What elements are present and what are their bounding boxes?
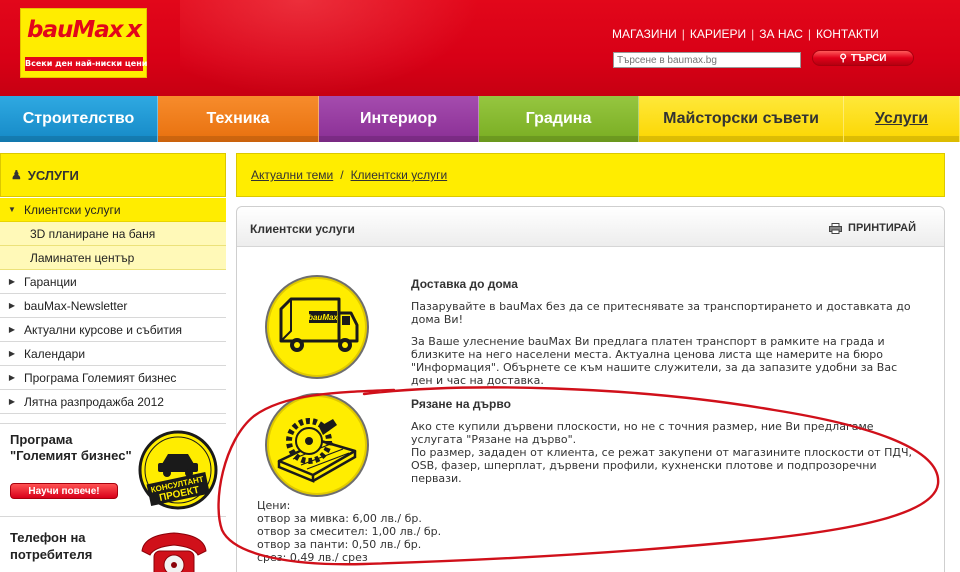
price-line: отвор за панти: 0,50 лв./ бр. [257, 538, 422, 551]
saw-icon [265, 393, 369, 497]
text-line: OSB, фазер, шперплат, дървени профили, к… [411, 459, 877, 472]
arrow-right-icon: ▶ [8, 349, 16, 358]
arrow-right-icon: ▶ [8, 301, 16, 310]
phone-icon[interactable] [134, 523, 214, 572]
print-button[interactable]: ПРИНТИРАЙ [829, 222, 916, 234]
promo-phone-title: Телефон на потребителя [10, 530, 93, 562]
sidebar-item-label: Ламинатен център [30, 250, 135, 265]
sidebar-item-label: Актуални курсове и събития [24, 322, 183, 337]
price-line: срез: 0,49 лв./ срез [257, 551, 368, 564]
delivery-title: Доставка до дома [411, 277, 518, 291]
arrow-right-icon: ▶ [8, 277, 16, 286]
text-line: близките на него населени места. Актуалн… [411, 348, 883, 361]
breadcrumb-separator: / [340, 168, 344, 182]
sidebar-item-label: Гаранции [24, 274, 77, 289]
text-line: Ако сте купили дървени плоскости, но не … [411, 420, 874, 433]
promo-big-business: Програма "Големият бизнес" Научи повече!… [0, 423, 226, 512]
category-services[interactable]: Услуги [844, 96, 960, 142]
sidebar-title: УСЛУГИ [27, 167, 79, 183]
price-line: отвор за мивка: 6,00 лв./ бр. [257, 512, 422, 525]
sidebar-item-label: Лятна разпродажба 2012 [24, 394, 164, 409]
category-technics[interactable]: Техника [158, 96, 319, 142]
sidebar-menu: ▼ Клиентски услуги 3D планиране на баня … [0, 198, 226, 414]
person-icon: ♟ [11, 168, 22, 182]
sidebar-item-label: bauMax-Newsletter [24, 298, 128, 313]
search-button-label: ТЪРСИ [850, 52, 887, 64]
sidebar-item-warranties[interactable]: ▶ Гаранции [0, 270, 226, 294]
promo-consumer-phone: Телефон на потребителя [0, 516, 226, 572]
topnav-about[interactable]: ЗА НАС [759, 27, 803, 41]
page-title: Клиентски услуги [250, 222, 355, 236]
sidebar-item-label: Календари [24, 346, 86, 361]
search-button[interactable]: ⚲ ТЪРСИ [812, 50, 914, 66]
price-list: Цени: отвор за мивка: 6,00 лв./ бр. отво… [257, 499, 441, 564]
topnav-stores[interactable]: МАГАЗИНИ [612, 27, 677, 41]
text-line: За Ваше улеснение bauMax Ви предлага пла… [411, 335, 885, 348]
sidebar-item-newsletter[interactable]: ▶ bauMax-Newsletter [0, 294, 226, 318]
content-panel-header: Клиентски услуги ПРИНТИРАЙ [237, 207, 944, 247]
arrow-right-icon: ▶ [8, 397, 16, 406]
text-line: "Информация". Обърнете се към нашите слу… [411, 361, 898, 374]
sidebar-item-label: Клиентски услуги [24, 202, 121, 217]
cutting-title: Рязане на дърво [411, 397, 511, 411]
logo-slogan: Всеки ден най-ниски цени [25, 57, 147, 71]
sidebar-item-summer-sale[interactable]: ▶ Лятна разпродажба 2012 [0, 390, 226, 414]
topnav-separator: | [751, 27, 755, 41]
sidebar-item-label: 3D планиране на баня [30, 226, 156, 241]
topnav-separator: | [681, 27, 685, 41]
topnav-separator: | [807, 27, 812, 41]
breadcrumb: Актуални теми / Клиентски услуги [236, 153, 945, 197]
cutting-text-2: По размер, зададен от клиента, се режат … [411, 446, 912, 485]
arrow-right-icon: ▶ [8, 373, 16, 382]
sidebar-item-3d-bathroom[interactable]: 3D планиране на баня [0, 222, 226, 246]
logo-word: bauMax [27, 17, 124, 43]
text-line: ден и час на доставка. [411, 374, 544, 387]
breadcrumb-customer-services[interactable]: Клиентски услуги [351, 168, 448, 182]
top-navigation: МАГАЗИНИ | КАРИЕРИ | ЗА НАС | КОНТАКТИ [612, 27, 879, 41]
promo-big-business-title: Програма "Големият бизнес" [10, 432, 132, 463]
sidebar-item-calendars[interactable]: ▶ Календари [0, 342, 226, 366]
topnav-careers[interactable]: КАРИЕРИ [690, 27, 746, 41]
delivery-text-1: Пазарувайте в bauMax без да се притесняв… [411, 300, 911, 326]
breadcrumb-current-topics[interactable]: Актуални теми [251, 168, 333, 182]
printer-icon [829, 222, 843, 234]
learn-more-button[interactable]: Научи повече! [10, 483, 118, 499]
price-line: отвор за смесител: 1,00 лв./ бр. [257, 525, 442, 538]
cutting-text-1: Ако сте купили дървени плоскости, но не … [411, 420, 874, 446]
header: bauMax x Всеки ден най-ниски цени МАГАЗИ… [0, 0, 960, 96]
text-line: Пазарувайте в bauMax без да се притесняв… [411, 300, 911, 313]
sidebar-item-big-business[interactable]: ▶ Програма Големият бизнес [0, 366, 226, 390]
print-label: ПРИНТИРАЙ [848, 222, 916, 234]
sidebar-item-customer-services[interactable]: ▼ Клиентски услуги [0, 198, 226, 222]
category-interior[interactable]: Интериор [319, 96, 479, 142]
category-construction[interactable]: Строителство [0, 96, 158, 142]
truck-logo-text: bauMax [308, 313, 338, 322]
sidebar-item-courses[interactable]: ▶ Актуални курсове и събития [0, 318, 226, 342]
category-bar: Строителство Техника Интериор Градина Ма… [0, 96, 960, 142]
logo[interactable]: bauMax x Всеки ден най-ниски цени [20, 8, 147, 78]
car-badge-icon[interactable]: КОНСУЛТАНТ ПРОЕКТ [138, 430, 218, 510]
price-line: Цени: [257, 499, 291, 512]
text-line: услугата "Рязане на дърво". [411, 433, 577, 446]
category-services-label: Услуги [874, 110, 929, 127]
sidebar-header: ♟ УСЛУГИ [0, 153, 226, 197]
text-line: первази. [411, 472, 462, 485]
truck-icon: bauMax [265, 275, 369, 379]
text-line: По размер, зададен от клиента, се режат … [411, 446, 913, 459]
header-shine [180, 0, 480, 96]
text-line: дома Ви! [411, 313, 463, 326]
magnifier-icon: ⚲ [839, 52, 847, 64]
category-garden[interactable]: Градина [479, 96, 639, 142]
category-master-tips[interactable]: Майсторски съвети [639, 96, 844, 142]
arrow-down-icon: ▼ [8, 205, 16, 214]
sidebar-item-laminate-center[interactable]: Ламинатен център [0, 246, 226, 270]
search-input[interactable] [613, 52, 801, 68]
sidebar-item-label: Програма Големият бизнес [24, 370, 177, 385]
topnav-contacts[interactable]: КОНТАКТИ [816, 27, 879, 41]
logo-x-mark: x [126, 15, 142, 43]
arrow-right-icon: ▶ [8, 325, 16, 334]
delivery-text-2: За Ваше улеснение bauMax Ви предлага пла… [411, 335, 897, 387]
